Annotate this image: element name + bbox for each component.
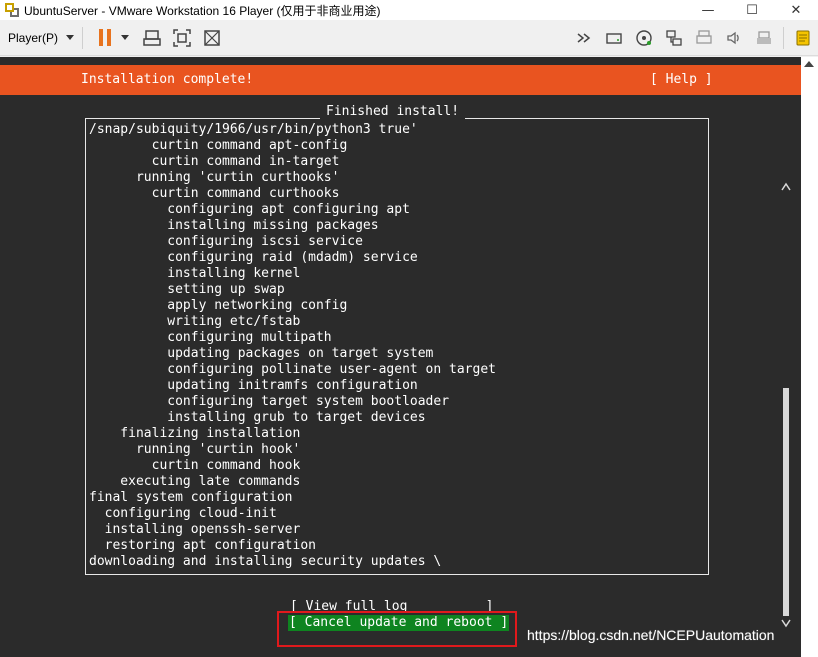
unity-mode-icon[interactable] bbox=[201, 27, 223, 49]
log-line: installing grub to target devices bbox=[89, 410, 426, 425]
help-button[interactable]: [ Help ] bbox=[650, 72, 713, 88]
toolbar-divider bbox=[783, 27, 784, 49]
log-line: finalizing installation bbox=[89, 426, 301, 441]
scroll-down-icon[interactable] bbox=[781, 618, 791, 628]
host-scroll-strip bbox=[801, 57, 818, 657]
log-line: installing openssh-server bbox=[89, 522, 301, 537]
log-line: configuring multipath bbox=[89, 330, 332, 345]
log-line: configuring cloud-init bbox=[89, 506, 277, 521]
player-toolbar: Player(P) bbox=[0, 20, 818, 56]
more-devices-icon[interactable] bbox=[573, 27, 595, 49]
installer-header: Installation complete! [ Help ] bbox=[0, 65, 801, 95]
log-line: configuring pollinate user-agent on targ… bbox=[89, 362, 496, 377]
send-ctrl-alt-del-icon[interactable] bbox=[141, 27, 163, 49]
usb-device-icon[interactable] bbox=[753, 27, 775, 49]
device-status-icons bbox=[569, 20, 818, 56]
vm-console[interactable]: Installation complete! [ Help ] /snap/su… bbox=[0, 57, 801, 657]
maximize-button[interactable]: ☐ bbox=[730, 0, 774, 20]
window-titlebar: UbuntuServer - VMware Workstation 16 Pla… bbox=[0, 0, 818, 20]
log-line: setting up swap bbox=[89, 282, 285, 297]
log-line: executing late commands bbox=[89, 474, 301, 489]
log-line: /snap/subiquity/1966/usr/bin/python3 tru… bbox=[89, 122, 418, 137]
install-log-panel: /snap/subiquity/1966/usr/bin/python3 tru… bbox=[85, 118, 791, 628]
network-adapter-icon[interactable] bbox=[663, 27, 685, 49]
fit-guest-icon[interactable] bbox=[171, 27, 193, 49]
vmware-logo-icon bbox=[4, 2, 20, 18]
pause-dropdown-icon[interactable] bbox=[121, 35, 130, 40]
log-line: restoring apt configuration bbox=[89, 538, 316, 553]
log-line: updating packages on target system bbox=[89, 346, 434, 361]
printer-icon[interactable] bbox=[693, 27, 715, 49]
log-line: final system configuration bbox=[89, 490, 293, 505]
page-title: Installation complete! bbox=[81, 72, 254, 87]
install-log: /snap/subiquity/1966/usr/bin/python3 tru… bbox=[89, 122, 689, 570]
log-line: installing missing packages bbox=[89, 218, 379, 233]
log-line: writing etc/fstab bbox=[89, 314, 301, 329]
scroll-up-icon[interactable] bbox=[804, 61, 814, 67]
player-menu-button[interactable]: Player(P) bbox=[8, 20, 75, 56]
window-title: UbuntuServer - VMware Workstation 16 Pla… bbox=[24, 3, 381, 18]
log-line: curtin command apt-config bbox=[89, 138, 348, 153]
scroll-up-icon[interactable] bbox=[781, 182, 791, 192]
log-line: curtin command hook bbox=[89, 458, 301, 473]
cd-dvd-icon[interactable] bbox=[633, 27, 655, 49]
log-line: running 'curtin hook' bbox=[89, 442, 301, 457]
close-button[interactable]: ✕ bbox=[774, 0, 818, 20]
log-line: curtin command in-target bbox=[89, 154, 340, 169]
minimize-button[interactable]: — bbox=[686, 0, 730, 20]
sound-icon[interactable] bbox=[723, 27, 745, 49]
log-line: downloading and installing security upda… bbox=[89, 554, 442, 569]
log-line: configuring target system bootloader bbox=[89, 394, 450, 409]
message-log-icon[interactable] bbox=[792, 27, 814, 49]
log-line: updating initramfs configuration bbox=[89, 378, 418, 393]
player-menu-label: Player(P) bbox=[8, 30, 59, 45]
log-line: apply networking config bbox=[89, 298, 348, 313]
log-scrollbar-thumb[interactable] bbox=[783, 388, 789, 616]
window-controls: — ☐ ✕ bbox=[686, 0, 818, 20]
log-line: running 'curtin curthooks' bbox=[89, 170, 340, 185]
panel-title: Finished install! bbox=[320, 104, 466, 120]
annotation-highlight-box bbox=[277, 611, 517, 647]
watermark: https://blog.csdn.net/NCEPUautomation bbox=[527, 627, 775, 643]
toolbar-divider bbox=[82, 26, 84, 49]
pause-icon[interactable] bbox=[99, 29, 112, 46]
log-line: configuring iscsi service bbox=[89, 234, 363, 249]
log-line: configuring apt configuring apt bbox=[89, 202, 410, 217]
log-line: curtin command curthooks bbox=[89, 186, 340, 201]
chevron-down-icon bbox=[66, 35, 75, 40]
hard-disk-icon[interactable] bbox=[603, 27, 625, 49]
log-line: installing kernel bbox=[89, 266, 301, 281]
log-line: configuring raid (mdadm) service bbox=[89, 250, 418, 265]
